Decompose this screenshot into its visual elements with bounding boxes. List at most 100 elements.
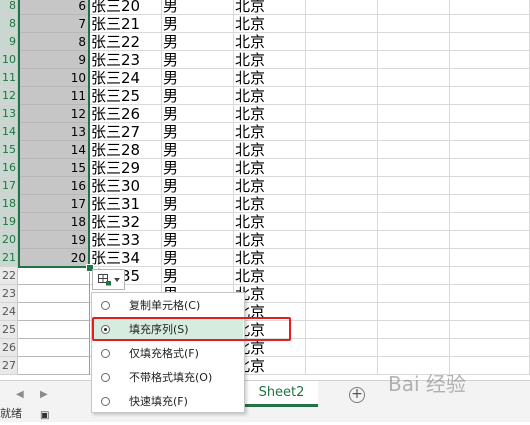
cell-empty[interactable] [450, 321, 530, 339]
row-header[interactable]: 19 [0, 213, 18, 231]
cell-empty[interactable] [378, 303, 450, 321]
cell-b[interactable]: 张三24 [90, 69, 162, 87]
cell-c[interactable]: 男 [162, 249, 234, 267]
cell-empty[interactable] [378, 51, 450, 69]
cell-b[interactable]: 张三23 [90, 51, 162, 69]
cell-d[interactable]: 北京 [234, 105, 306, 123]
cell-empty[interactable] [378, 87, 450, 105]
cell-empty[interactable] [306, 33, 378, 51]
cell-empty[interactable] [378, 285, 450, 303]
cell-empty[interactable] [306, 231, 378, 249]
autofill-menu-item[interactable]: 快速填充(F) [93, 391, 243, 413]
cell-a[interactable]: 9 [18, 51, 90, 69]
cell-a[interactable]: 12 [18, 105, 90, 123]
cell-empty[interactable] [306, 51, 378, 69]
cell-empty[interactable] [450, 51, 530, 69]
cell-c[interactable]: 男 [162, 231, 234, 249]
cell-c[interactable]: 男 [162, 15, 234, 33]
cell-a[interactable]: 8 [18, 33, 90, 51]
cell-b[interactable]: 张三21 [90, 15, 162, 33]
cell-c[interactable]: 男 [162, 141, 234, 159]
cell-a[interactable]: 6 [18, 0, 90, 15]
cell-d[interactable]: 北京 [234, 51, 306, 69]
cell-empty[interactable] [378, 33, 450, 51]
cell-empty[interactable] [450, 177, 530, 195]
autofill-menu-item[interactable]: 复制单元格(C) [93, 295, 243, 317]
cell-empty[interactable] [450, 303, 530, 321]
row-header[interactable]: 8 [0, 0, 18, 15]
cell-a[interactable]: 10 [18, 69, 90, 87]
cell-empty[interactable] [306, 105, 378, 123]
cell-b[interactable]: 张三32 [90, 213, 162, 231]
cell-a[interactable] [18, 267, 90, 285]
cell-a[interactable]: 16 [18, 177, 90, 195]
row-header[interactable]: 12 [0, 87, 18, 105]
cell-c[interactable]: 男 [162, 105, 234, 123]
cell-empty[interactable] [450, 213, 530, 231]
cell-b[interactable]: 张三34 [90, 249, 162, 267]
cell-empty[interactable] [378, 339, 450, 357]
cell-empty[interactable] [450, 339, 530, 357]
cell-c[interactable]: 男 [162, 177, 234, 195]
row-header[interactable]: 13 [0, 105, 18, 123]
cell-b[interactable]: 张三31 [90, 195, 162, 213]
cell-a[interactable]: 15 [18, 159, 90, 177]
cell-d[interactable]: 北京 [234, 231, 306, 249]
cell-empty[interactable] [378, 105, 450, 123]
cell-empty[interactable] [306, 357, 378, 375]
cell-c[interactable]: 男 [162, 267, 234, 285]
cell-empty[interactable] [450, 33, 530, 51]
cell-empty[interactable] [306, 0, 378, 15]
cell-b[interactable]: 张三29 [90, 159, 162, 177]
add-sheet-button[interactable]: + [349, 387, 365, 403]
cell-empty[interactable] [450, 0, 530, 15]
scroll-right-icon[interactable]: ▶ [40, 389, 48, 400]
row-header[interactable]: 11 [0, 69, 18, 87]
cell-a[interactable] [18, 357, 90, 375]
cell-c[interactable]: 男 [162, 123, 234, 141]
row-header[interactable]: 25 [0, 321, 18, 339]
row-header[interactable]: 22 [0, 267, 18, 285]
row-header[interactable]: 9 [0, 33, 18, 51]
cell-b[interactable]: 张三28 [90, 141, 162, 159]
cell-empty[interactable] [378, 177, 450, 195]
cell-a[interactable]: 13 [18, 123, 90, 141]
autofill-menu-item[interactable]: 仅填充格式(F) [93, 343, 243, 365]
cell-a[interactable]: 19 [18, 231, 90, 249]
cell-b[interactable]: 张三30 [90, 177, 162, 195]
row-header[interactable]: 27 [0, 357, 18, 375]
cell-empty[interactable] [306, 15, 378, 33]
cell-d[interactable]: 北京 [234, 213, 306, 231]
cell-c[interactable]: 男 [162, 33, 234, 51]
row-header[interactable]: 16 [0, 159, 18, 177]
cell-a[interactable] [18, 339, 90, 357]
cell-empty[interactable] [378, 15, 450, 33]
cell-c[interactable]: 男 [162, 51, 234, 69]
tab-sheet2[interactable]: Sheet2 [245, 381, 318, 407]
row-header[interactable]: 26 [0, 339, 18, 357]
cell-d[interactable]: 北京 [234, 249, 306, 267]
row-header[interactable]: 18 [0, 195, 18, 213]
cell-d[interactable]: 北京 [234, 69, 306, 87]
cell-empty[interactable] [450, 267, 530, 285]
cell-d[interactable]: 北京 [234, 177, 306, 195]
cell-empty[interactable] [450, 69, 530, 87]
row-header[interactable]: 8 [0, 15, 18, 33]
macro-record-icon[interactable]: ▣ [40, 407, 49, 425]
autofill-options-button[interactable] [92, 269, 125, 290]
cell-empty[interactable] [306, 195, 378, 213]
cell-d[interactable]: 北京 [234, 159, 306, 177]
cell-a[interactable]: 20 [18, 249, 90, 267]
cell-empty[interactable] [450, 159, 530, 177]
cell-empty[interactable] [306, 123, 378, 141]
cell-empty[interactable] [306, 339, 378, 357]
cell-empty[interactable] [378, 249, 450, 267]
cell-d[interactable]: 北京 [234, 33, 306, 51]
cell-c[interactable]: 男 [162, 159, 234, 177]
cell-empty[interactable] [378, 231, 450, 249]
cell-empty[interactable] [450, 141, 530, 159]
cell-d[interactable]: 北京 [234, 195, 306, 213]
cell-c[interactable]: 男 [162, 213, 234, 231]
cell-empty[interactable] [306, 141, 378, 159]
cell-a[interactable]: 7 [18, 15, 90, 33]
